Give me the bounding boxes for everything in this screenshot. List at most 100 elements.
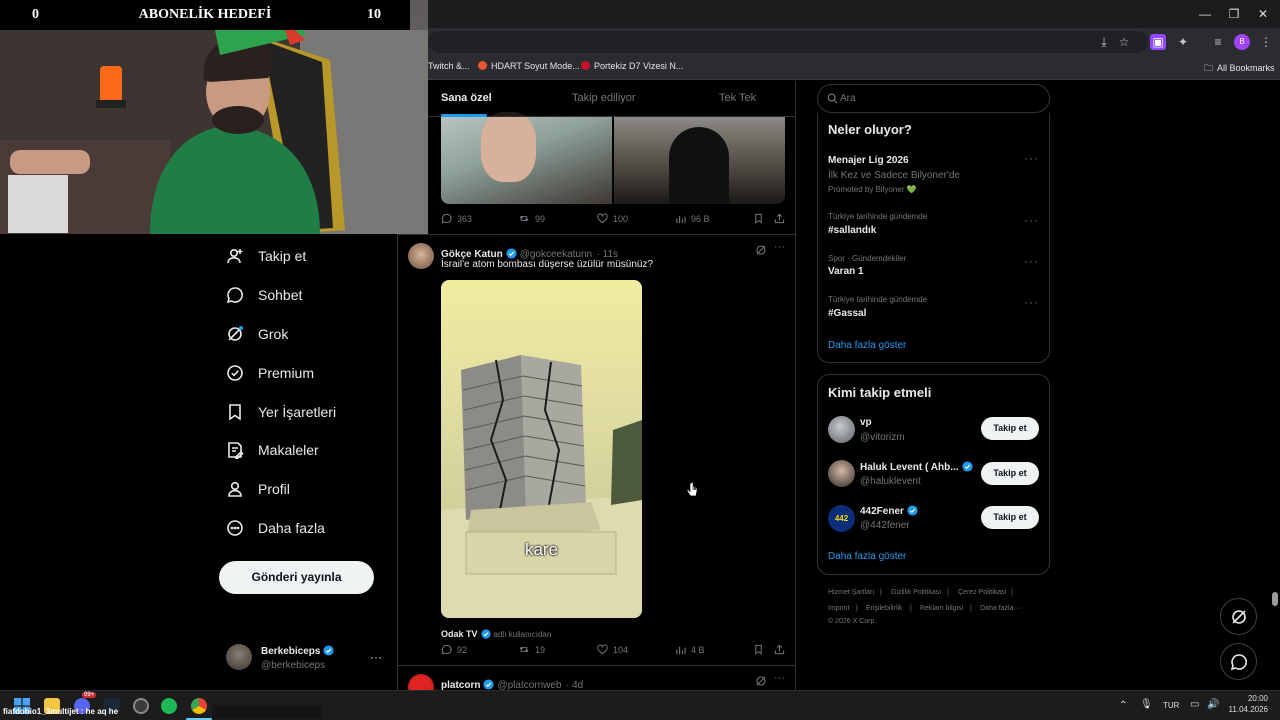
next-tweet-avatar[interactable] bbox=[408, 674, 434, 691]
suggestion-name: Haluk Levent ( Ahb... bbox=[860, 461, 976, 473]
nav-item-grok[interactable]: Grok bbox=[226, 320, 288, 348]
tab-for-you[interactable]: Sana özel bbox=[441, 92, 492, 104]
messages-float-button[interactable] bbox=[1220, 643, 1257, 680]
trend-more-button[interactable]: ··· bbox=[1024, 213, 1039, 227]
hdart-favicon-icon bbox=[478, 61, 487, 70]
footer-more-link[interactable]: Daha fazla ··· bbox=[980, 605, 1022, 612]
next-tweet-more-button[interactable]: ··· bbox=[774, 672, 785, 684]
share-button[interactable] bbox=[774, 213, 790, 224]
views-button[interactable]: 96 B bbox=[675, 213, 710, 224]
reply-button[interactable]: 92 bbox=[441, 644, 467, 655]
suggestion-name: 442Fener bbox=[860, 505, 921, 517]
previous-tweet-actions: 363 99 100 96 B bbox=[441, 213, 789, 227]
all-bookmarks-label: All Bookmarks bbox=[1217, 63, 1275, 73]
nav-item-follow[interactable]: Takip et bbox=[226, 242, 306, 270]
grok-explain-icon[interactable] bbox=[755, 674, 767, 691]
who-to-follow-show-more-link[interactable]: Daha fazla göster bbox=[828, 551, 906, 562]
repost-icon bbox=[519, 216, 529, 221]
nav-item-bookmarks[interactable]: Yer İşaretleri bbox=[226, 398, 336, 426]
premium-icon bbox=[226, 364, 244, 382]
restore-button[interactable]: ❐ bbox=[1219, 6, 1249, 22]
trends-show-more-link[interactable]: Daha fazla göster bbox=[828, 340, 906, 351]
avatar bbox=[226, 644, 252, 670]
page-scrollbar[interactable] bbox=[1272, 592, 1278, 606]
nav-item-profile[interactable]: Profil bbox=[226, 475, 290, 503]
menu-kebab-icon[interactable]: ⋮ bbox=[1258, 34, 1274, 50]
heart-icon bbox=[597, 644, 608, 655]
tweet-more-button[interactable]: ··· bbox=[774, 241, 785, 253]
footer-cookie-link[interactable]: Çerez Politikası bbox=[958, 589, 1007, 596]
extensions-icon[interactable]: ✦ bbox=[1175, 34, 1191, 50]
like-button[interactable]: 104 bbox=[597, 644, 628, 655]
search-box[interactable]: Ara bbox=[817, 84, 1050, 113]
bookmark-portekiz[interactable]: Portekiz D7 Vizesi N... bbox=[581, 61, 683, 71]
nav-item-premium[interactable]: Premium bbox=[226, 359, 314, 387]
url-input[interactable] bbox=[428, 31, 1148, 53]
trend-meta: Türkiye tarihinde gündemde bbox=[828, 295, 928, 304]
microphone-icon[interactable]: 🎙 bbox=[1140, 699, 1153, 710]
install-app-icon[interactable]: ⤓ bbox=[1096, 34, 1112, 50]
nav-label-grok: Grok bbox=[258, 326, 289, 342]
previous-tweet-image-right[interactable] bbox=[614, 117, 785, 204]
language-indicator[interactable]: TUR bbox=[1163, 701, 1179, 710]
volume-icon[interactable]: 🔊 bbox=[1207, 699, 1219, 710]
search-input[interactable]: Ara bbox=[840, 93, 856, 104]
nav-item-more[interactable]: Daha fazla bbox=[226, 514, 325, 542]
tweet-media[interactable]: kare bbox=[441, 280, 642, 618]
bookmark-twitch[interactable]: Twitch &... bbox=[428, 61, 470, 71]
media-source[interactable]: Odak TV adlı kullanıcıdan bbox=[441, 624, 551, 642]
clock-date[interactable]: 11.04.2026 bbox=[1220, 705, 1268, 714]
footer-privacy-link[interactable]: Gizlilik Politikası bbox=[891, 589, 941, 596]
previous-tweet-image-left[interactable] bbox=[441, 112, 612, 204]
star-icon[interactable]: ☆ bbox=[1116, 34, 1132, 50]
follow-button[interactable]: Takip et bbox=[981, 506, 1039, 529]
share-button[interactable] bbox=[774, 644, 790, 655]
more-circle-icon bbox=[226, 519, 244, 537]
bookmark-hdart[interactable]: HDART Soyut Mode... bbox=[478, 61, 580, 71]
account-switcher[interactable]: Berkebiceps @berkebiceps ··· bbox=[226, 642, 386, 676]
trend-more-button[interactable]: ··· bbox=[1024, 151, 1039, 165]
like-button[interactable]: 100 bbox=[597, 213, 628, 224]
repost-button[interactable]: 99 bbox=[518, 213, 545, 224]
active-tab-indicator bbox=[441, 114, 487, 117]
post-button[interactable]: Gönderi yayınla bbox=[219, 561, 374, 594]
footer-imprint-link[interactable]: Imprint bbox=[828, 605, 849, 612]
repost-button[interactable]: 19 bbox=[518, 644, 545, 655]
network-icon[interactable]: ▭ bbox=[1190, 699, 1199, 710]
grok-explain-icon[interactable] bbox=[755, 243, 767, 261]
nav-item-chat[interactable]: Sohbet bbox=[226, 281, 302, 309]
chrome-icon[interactable] bbox=[191, 698, 207, 714]
tab-following[interactable]: Takip ediliyor bbox=[572, 92, 636, 104]
reply-icon bbox=[441, 644, 452, 655]
tray-overflow-icon[interactable]: ⌃ bbox=[1119, 700, 1127, 711]
windows-taskbar: 99+ fiafdobio1_3multijet : he aq he ⌃ 🎙 … bbox=[0, 690, 1280, 720]
bookmark-tweet-button[interactable] bbox=[753, 213, 769, 224]
footer-terms-link[interactable]: Hizmet Şartları bbox=[828, 589, 874, 596]
profile-avatar-icon[interactable]: B bbox=[1234, 34, 1250, 50]
trend-more-button[interactable]: ··· bbox=[1024, 254, 1039, 268]
minimize-button[interactable]: — bbox=[1190, 6, 1220, 22]
footer-accessibility-link[interactable]: Erişilebilirlik bbox=[866, 605, 903, 612]
tab-tek-tek[interactable]: Tek Tek bbox=[719, 92, 756, 104]
views-button[interactable]: 4 B bbox=[675, 644, 705, 655]
all-bookmarks[interactable]: 🗀 All Bookmarks bbox=[1204, 61, 1275, 77]
tweet-author-avatar[interactable] bbox=[408, 243, 434, 269]
nav-item-articles[interactable]: Makaleler bbox=[226, 436, 319, 464]
media-control-icon[interactable]: ≡ bbox=[1210, 34, 1226, 50]
spotify-icon[interactable] bbox=[161, 698, 177, 714]
clock-time[interactable]: 20:00 bbox=[1228, 694, 1268, 703]
account-more-button[interactable]: ··· bbox=[370, 650, 382, 664]
grok-float-button[interactable] bbox=[1220, 598, 1257, 635]
footer-ads-info-link[interactable]: Reklam bilgisi bbox=[920, 605, 963, 612]
bookmark-tweet-button[interactable] bbox=[753, 644, 769, 655]
twitch-extension-icon[interactable]: ▣ bbox=[1150, 34, 1166, 50]
add-person-icon bbox=[226, 247, 244, 265]
webcam-scene-image bbox=[0, 10, 428, 234]
close-button[interactable]: ✕ bbox=[1248, 6, 1278, 22]
trend-more-button[interactable]: ··· bbox=[1024, 295, 1039, 309]
grok-icon bbox=[226, 325, 244, 343]
obs-icon[interactable] bbox=[133, 698, 149, 714]
follow-button[interactable]: Takip et bbox=[981, 462, 1039, 485]
reply-button[interactable]: 363 bbox=[441, 213, 472, 224]
follow-button[interactable]: Takip et bbox=[981, 417, 1039, 440]
